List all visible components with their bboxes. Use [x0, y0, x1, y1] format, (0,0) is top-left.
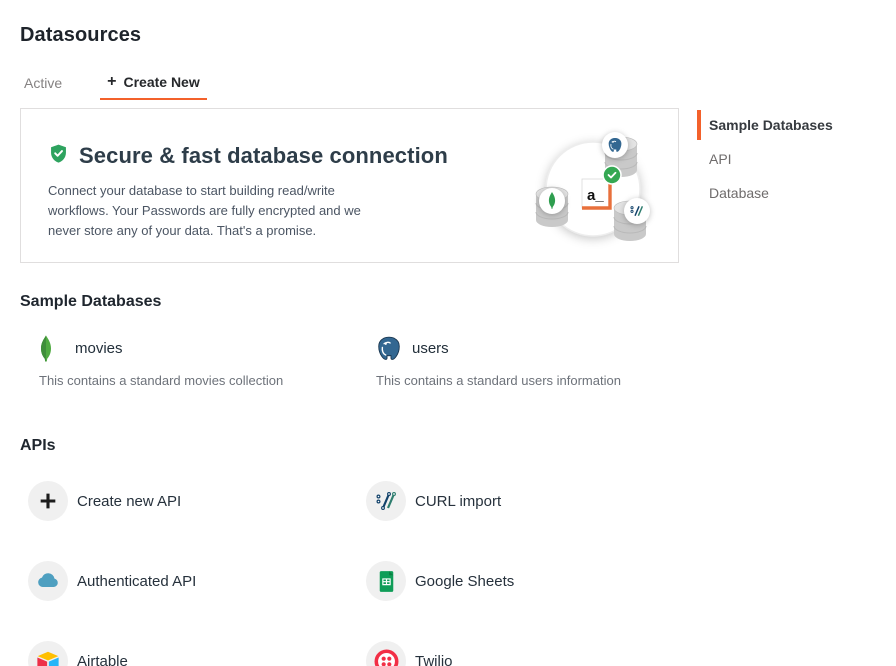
cloud-icon — [28, 561, 68, 601]
tab-bar: Active + Create New — [24, 74, 207, 100]
sample-db-description: This contains a standard movies collecti… — [39, 373, 376, 388]
page-title: Datasources — [20, 24, 141, 47]
api-item-create-new-api[interactable]: Create new API — [28, 481, 366, 521]
api-item-google-sheets[interactable]: Google Sheets — [366, 561, 704, 601]
sample-db-name: movies — [75, 340, 123, 357]
api-item-twilio[interactable]: Twilio — [366, 641, 704, 666]
banner-title: Secure & fast database connection — [79, 143, 448, 169]
section-nav: Sample Databases API Database — [697, 110, 895, 212]
twilio-icon — [366, 641, 406, 666]
api-item-airtable[interactable]: Airtable — [28, 641, 366, 666]
plus-icon — [28, 481, 68, 521]
google-sheets-icon — [366, 561, 406, 601]
sample-db-name: users — [412, 340, 449, 357]
curl-icon — [366, 481, 406, 521]
banner-description: Connect your database to start building … — [48, 181, 380, 241]
plus-icon: + — [107, 74, 116, 90]
shield-check-icon — [48, 143, 69, 169]
tab-create-new[interactable]: + Create New — [100, 74, 207, 100]
tab-active[interactable]: Active — [24, 75, 62, 100]
sample-db-movies[interactable]: movies This contains a standard movies c… — [39, 328, 376, 388]
nav-item-database[interactable]: Database — [697, 178, 895, 208]
secure-connection-banner: Secure & fast database connection Connec… — [20, 108, 679, 263]
sample-db-description: This contains a standard users informati… — [376, 373, 713, 388]
postgresql-icon — [376, 335, 412, 362]
apis-grid: Create new API CURL import — [28, 481, 704, 666]
api-item-authenticated-api[interactable]: Authenticated API — [28, 561, 366, 601]
sample-databases-grid: movies This contains a standard movies c… — [39, 328, 713, 388]
tab-create-new-label: Create New — [123, 74, 199, 90]
banner-header: Secure & fast database connection — [48, 143, 448, 169]
database-connection-illustration: a_ — [499, 113, 675, 261]
api-item-curl-import[interactable]: CURL import — [366, 481, 704, 521]
curl-badge-icon — [624, 198, 650, 224]
sample-db-users[interactable]: users This contains a standard users inf… — [376, 328, 713, 388]
sample-databases-heading: Sample Databases — [20, 293, 161, 311]
airtable-icon — [28, 641, 68, 666]
nav-item-api[interactable]: API — [697, 144, 895, 174]
svg-text:a_: a_ — [587, 187, 604, 204]
mongodb-icon — [39, 335, 75, 362]
postgresql-badge-icon — [602, 132, 628, 158]
nav-item-sample-databases[interactable]: Sample Databases — [697, 110, 895, 140]
datasources-page: Datasources Active + Create New Secure &… — [0, 0, 896, 666]
mongodb-badge-icon — [539, 188, 565, 214]
apis-heading: APIs — [20, 437, 56, 455]
